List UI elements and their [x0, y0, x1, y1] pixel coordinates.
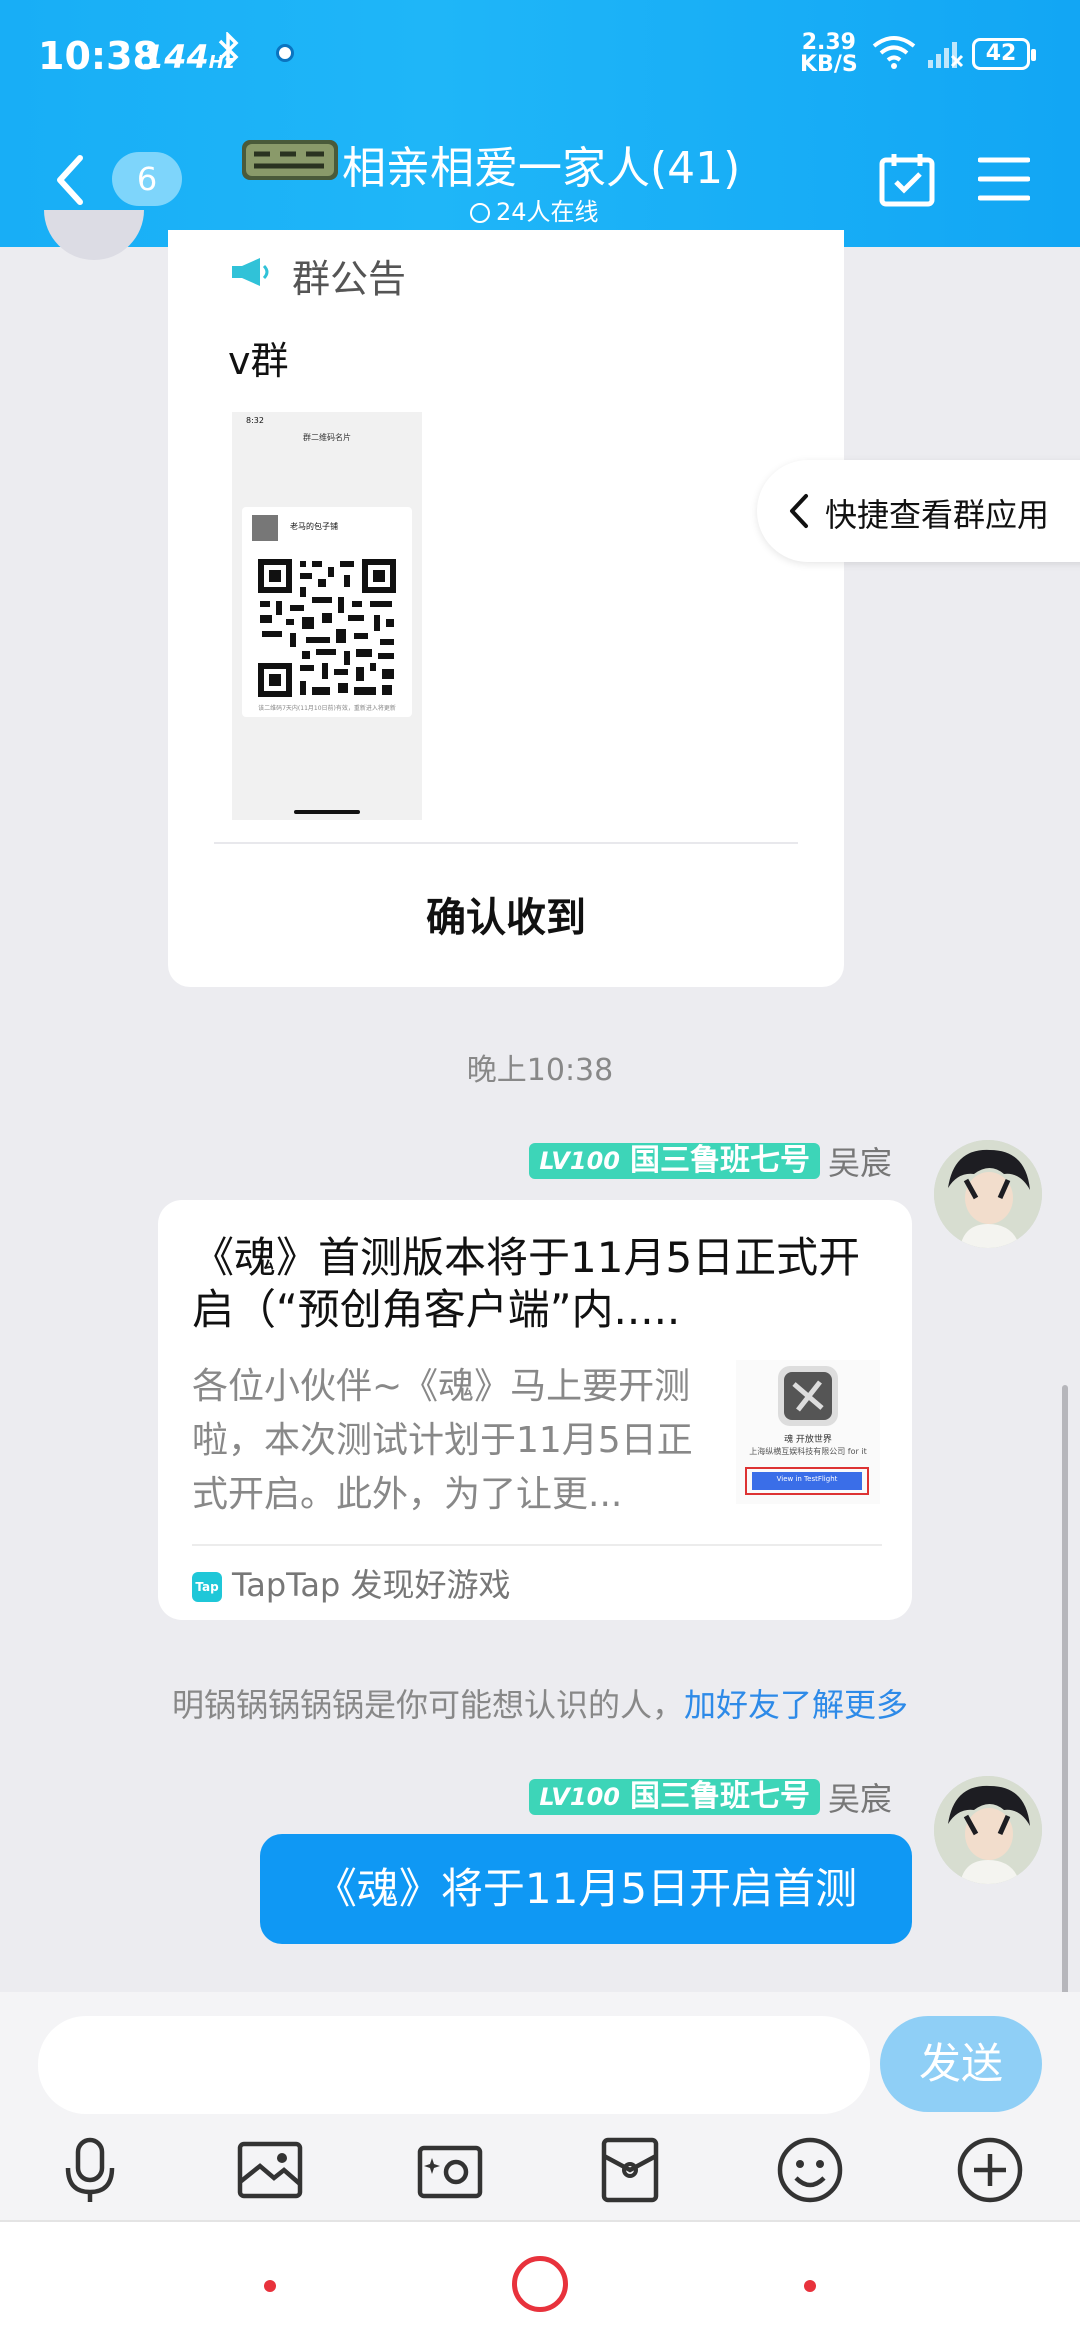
shared-card-source: Tap TapTap 发现好游戏: [192, 1560, 511, 1606]
notification-icon: [276, 44, 294, 62]
sender-name: 吴宸: [827, 1144, 892, 1182]
network-speed-unit: KB/S: [800, 52, 858, 77]
shared-card-description: 各位小伙伴~《魂》马上要开测啦，本次测试计划于11月5日正式开启。此外，为了让更…: [192, 1366, 693, 1515]
shared-link-card[interactable]: 《魂》首测版本将于11月5日正式开启（“预创角客户端”内..... 各位小伙伴~…: [158, 1200, 912, 1620]
image-icon[interactable]: [234, 2134, 306, 2206]
shared-card-thumbnail: 魂 开放世界 上海纵横互娱科技有限公司 for it View in TestF…: [736, 1360, 880, 1504]
image-time: 8:32: [246, 416, 264, 425]
avatar[interactable]: [44, 210, 144, 260]
add-friend-link[interactable]: 加好友了解更多: [684, 1686, 908, 1724]
status-time: 10:38: [38, 34, 159, 78]
divider: [192, 1544, 882, 1546]
chat-header: 10:38 144Hz 2.39 KB/S 42 6 相亲相爱一家人(41) 2…: [0, 0, 1080, 247]
group-notice-card[interactable]: 群公告 v群 8:32 群二维码名片 老马的包子铺 该二维码7天内(11月10日…: [168, 230, 844, 987]
wifi-icon: [872, 34, 916, 74]
quick-view-label: 快捷查看群应用: [825, 496, 1050, 534]
group-title[interactable]: 相亲相爱一家人(41): [342, 132, 740, 196]
avatar[interactable]: [934, 1776, 1042, 1884]
nav-menu-button[interactable]: [264, 2280, 276, 2292]
avatar[interactable]: [934, 1140, 1042, 1248]
message-input[interactable]: [38, 2016, 870, 2114]
image-title: 群二维码名片: [303, 433, 351, 442]
qr-code-icon: [256, 557, 398, 699]
qr-code-image[interactable]: 8:32 群二维码名片 老马的包子铺 该二维码7天内(11月10日前)有效，重新…: [232, 412, 422, 820]
unread-count-badge[interactable]: 6: [112, 152, 182, 206]
source-label: TapTap 发现好游戏: [232, 1566, 511, 1604]
shared-card-title: 《魂》首测版本将于11月5日正式开启（“预创角客户端”内.....: [192, 1233, 861, 1334]
menu-icon[interactable]: [977, 156, 1031, 202]
thumb-caption: 魂 开放世界: [784, 1435, 832, 1445]
bluetooth-icon: [216, 30, 242, 77]
send-button[interactable]: 发送: [880, 2016, 1042, 2112]
divider: [214, 842, 798, 844]
sender-info[interactable]: LV100 国三鲁班七号 吴宸: [529, 1774, 892, 1818]
nav-home-button[interactable]: [512, 2256, 568, 2312]
image-group-name: 老马的包子铺: [290, 522, 338, 531]
chevron-left-icon: [790, 494, 808, 528]
back-button[interactable]: [50, 152, 94, 208]
qr-card: 老马的包子铺 该二维码7天内(11月10日前)有效，重新进入将更新: [242, 507, 412, 717]
notice-heading: 群公告: [292, 257, 407, 301]
scrollbar[interactable]: [1062, 1385, 1068, 1995]
online-count[interactable]: 24人在线: [470, 192, 599, 227]
quick-view-group-apps-button[interactable]: 快捷查看群应用: [757, 460, 1080, 562]
friend-suggestion: 明锅锅锅锅锅是你可能想认识的人，加好友了解更多: [0, 1680, 1080, 1726]
megaphone-icon: [232, 258, 269, 286]
signal-icon: [928, 38, 964, 72]
message-timestamp: 晚上10:38: [466, 1053, 614, 1088]
image-footer: 该二维码7天内(11月10日前)有效，重新进入将更新: [258, 705, 396, 712]
mic-icon[interactable]: [54, 2134, 126, 2206]
level-badge: LV100: [529, 1143, 626, 1179]
image-home-indicator: [294, 810, 360, 814]
group-logo[interactable]: [240, 132, 340, 186]
refresh-rate-value: 144: [142, 38, 209, 76]
online-status-icon: [470, 203, 490, 223]
calendar-check-icon[interactable]: [878, 150, 936, 208]
level-badge: LV100: [529, 1779, 626, 1815]
nav-back-button[interactable]: [804, 2280, 816, 2292]
sender-info[interactable]: LV100 国三鲁班七号 吴宸: [529, 1138, 892, 1182]
network-speed-value: 2.39: [801, 30, 856, 55]
confirm-received-button[interactable]: 确认收到: [168, 885, 844, 943]
status-bar: 10:38 144Hz 2.39 KB/S 42: [0, 0, 1080, 110]
message-bubble[interactable]: 《魂》将于11月5日开启首测: [260, 1834, 912, 1944]
taptap-icon: Tap: [192, 1572, 222, 1602]
battery-indicator: 42: [972, 38, 1036, 70]
group-thumbnail: [252, 515, 278, 541]
member-title-badge: 国三鲁班七号: [625, 1779, 820, 1815]
member-title-badge: 国三鲁班七号: [625, 1143, 820, 1179]
network-speed: 2.39 KB/S: [800, 32, 858, 76]
notice-text: v群: [228, 339, 289, 383]
system-navigation-bar: [0, 2220, 1080, 2340]
thumb-button-label: View in TestFlight: [776, 1475, 838, 1483]
online-count-label: 24人在线: [496, 198, 599, 226]
suggestion-text: 明锅锅锅锅锅是你可能想认识的人，: [171, 1686, 684, 1724]
camera-icon[interactable]: [414, 2134, 486, 2206]
input-area: 发送: [0, 1992, 1080, 2220]
red-packet-icon[interactable]: [594, 2134, 666, 2206]
plus-icon[interactable]: [954, 2134, 1026, 2206]
emoji-icon[interactable]: [774, 2134, 846, 2206]
sender-name: 吴宸: [827, 1780, 892, 1818]
thumb-company: 上海纵横互娱科技有限公司 for it: [749, 1447, 867, 1456]
image-status-bar: 8:32 群二维码名片: [232, 412, 422, 452]
